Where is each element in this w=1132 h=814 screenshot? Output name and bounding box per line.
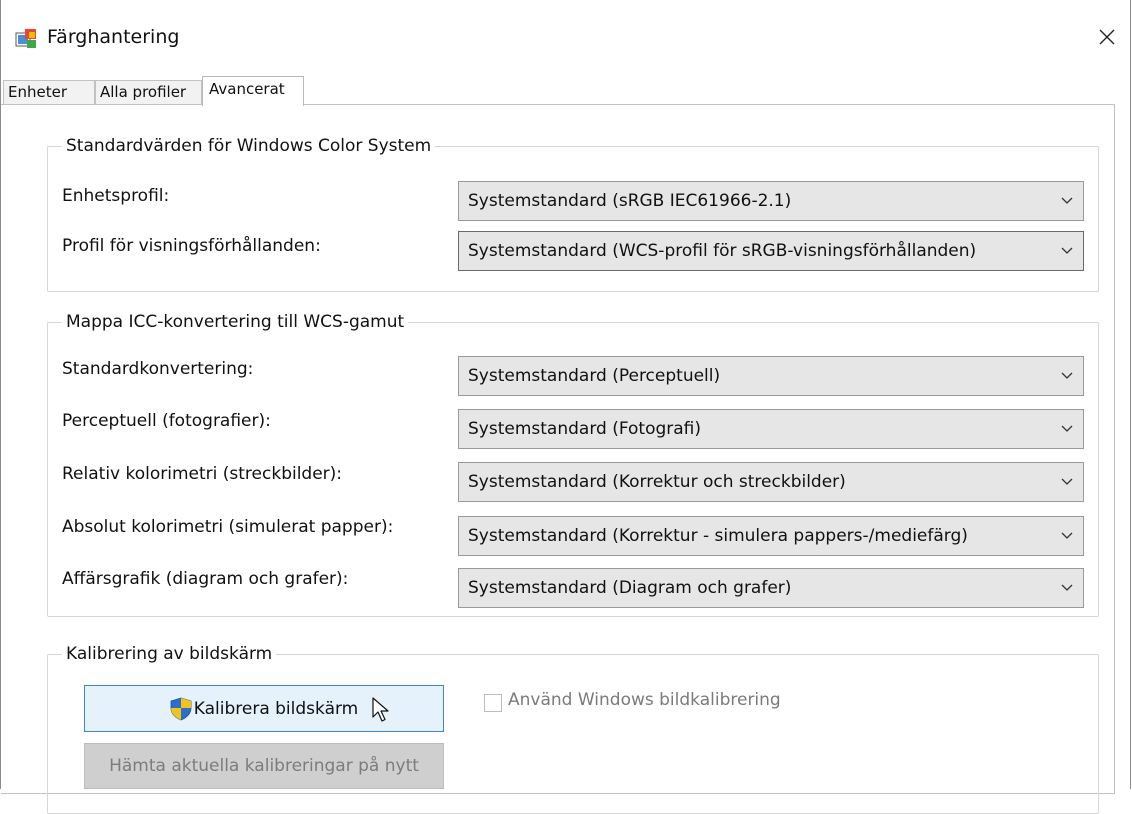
use-windows-calibration-checkbox[interactable]	[484, 694, 502, 712]
absolute-colorimetric-label: Absolut kolorimetri (simulerat papper):	[62, 517, 394, 537]
device-profile-label: Enhetsprofil:	[62, 186, 170, 206]
chevron-down-icon	[1061, 232, 1073, 270]
calibrate-display-button[interactable]: Kalibrera bildskärm	[84, 685, 444, 732]
relative-colorimetric-value: Systemstandard (Korrektur och streckbild…	[468, 472, 846, 492]
use-windows-calibration-label: Använd Windows bildkalibrering	[508, 690, 781, 710]
wcs-defaults-legend: Standardvärden för Windows Color System	[62, 133, 436, 159]
icc-mapping-group: Mappa ICC-konvertering till WCS-gamut St…	[47, 309, 1099, 617]
perceptual-label: Perceptuell (fotografier):	[62, 411, 271, 431]
chevron-down-icon	[1061, 463, 1073, 501]
calibration-group: Kalibrering av bildskärm Kalibrera bilds…	[47, 641, 1099, 814]
business-graphics-dropdown[interactable]: Systemstandard (Diagram och grafer)	[458, 568, 1084, 608]
title-bar: Färghantering	[1, 0, 1130, 76]
color-management-window: Färghantering Enheter Alla profiler Avan…	[0, 0, 1131, 814]
chevron-down-icon	[1061, 182, 1073, 220]
tab-panel-avancerat: Standardvärden för Windows Color System …	[1, 104, 1115, 814]
calibrate-display-label: Kalibrera bildskärm	[193, 698, 359, 719]
uac-shield-icon	[170, 697, 192, 720]
viewing-conditions-dropdown[interactable]: Systemstandard (WCS-profil för sRGB-visn…	[458, 231, 1084, 271]
chevron-down-icon	[1061, 410, 1073, 448]
tab-strip: Enheter Alla profiler Avancerat	[1, 76, 1130, 106]
tab-avancerat[interactable]: Avancerat	[202, 76, 304, 106]
perceptual-dropdown[interactable]: Systemstandard (Fotografi)	[458, 409, 1084, 449]
viewing-conditions-value: Systemstandard (WCS-profil för sRGB-visn…	[468, 241, 977, 261]
icc-mapping-legend: Mappa ICC-konvertering till WCS-gamut	[62, 309, 409, 335]
relative-colorimetric-label: Relativ kolorimetri (streckbilder):	[62, 464, 343, 484]
default-rendering-value: Systemstandard (Perceptuell)	[468, 366, 721, 386]
device-profile-value: Systemstandard (sRGB IEC61966-2.1)	[468, 191, 792, 211]
chevron-down-icon	[1061, 517, 1073, 555]
device-profile-dropdown[interactable]: Systemstandard (sRGB IEC61966-2.1)	[458, 181, 1084, 221]
color-management-app-icon	[15, 29, 36, 48]
tab-enheter[interactable]: Enheter	[3, 80, 95, 104]
absolute-colorimetric-value: Systemstandard (Korrektur - simulera pap…	[468, 526, 968, 546]
reload-calibrations-label: Hämta aktuella kalibreringar på nytt	[109, 756, 419, 776]
tab-alla-profiler[interactable]: Alla profiler	[95, 80, 202, 104]
reload-calibrations-button[interactable]: Hämta aktuella kalibreringar på nytt	[84, 743, 444, 789]
perceptual-value: Systemstandard (Fotografi)	[468, 419, 702, 439]
business-graphics-label: Affärsgrafik (diagram och grafer):	[62, 569, 349, 589]
relative-colorimetric-dropdown[interactable]: Systemstandard (Korrektur och streckbild…	[458, 462, 1084, 502]
wcs-defaults-group: Standardvärden för Windows Color System …	[47, 133, 1099, 292]
absolute-colorimetric-dropdown[interactable]: Systemstandard (Korrektur - simulera pap…	[458, 516, 1084, 556]
business-graphics-value: Systemstandard (Diagram och grafer)	[468, 578, 792, 598]
close-icon	[1099, 29, 1115, 45]
window-title: Färghantering	[47, 26, 180, 48]
chevron-down-icon	[1061, 569, 1073, 607]
mouse-cursor-icon	[372, 697, 389, 722]
calibration-legend: Kalibrering av bildskärm	[62, 641, 277, 667]
default-rendering-dropdown[interactable]: Systemstandard (Perceptuell)	[458, 356, 1084, 396]
close-button[interactable]	[1084, 14, 1130, 60]
default-rendering-label: Standardkonvertering:	[62, 359, 254, 379]
chevron-down-icon	[1061, 357, 1073, 395]
viewing-conditions-label: Profil för visningsförhållanden:	[62, 236, 321, 256]
